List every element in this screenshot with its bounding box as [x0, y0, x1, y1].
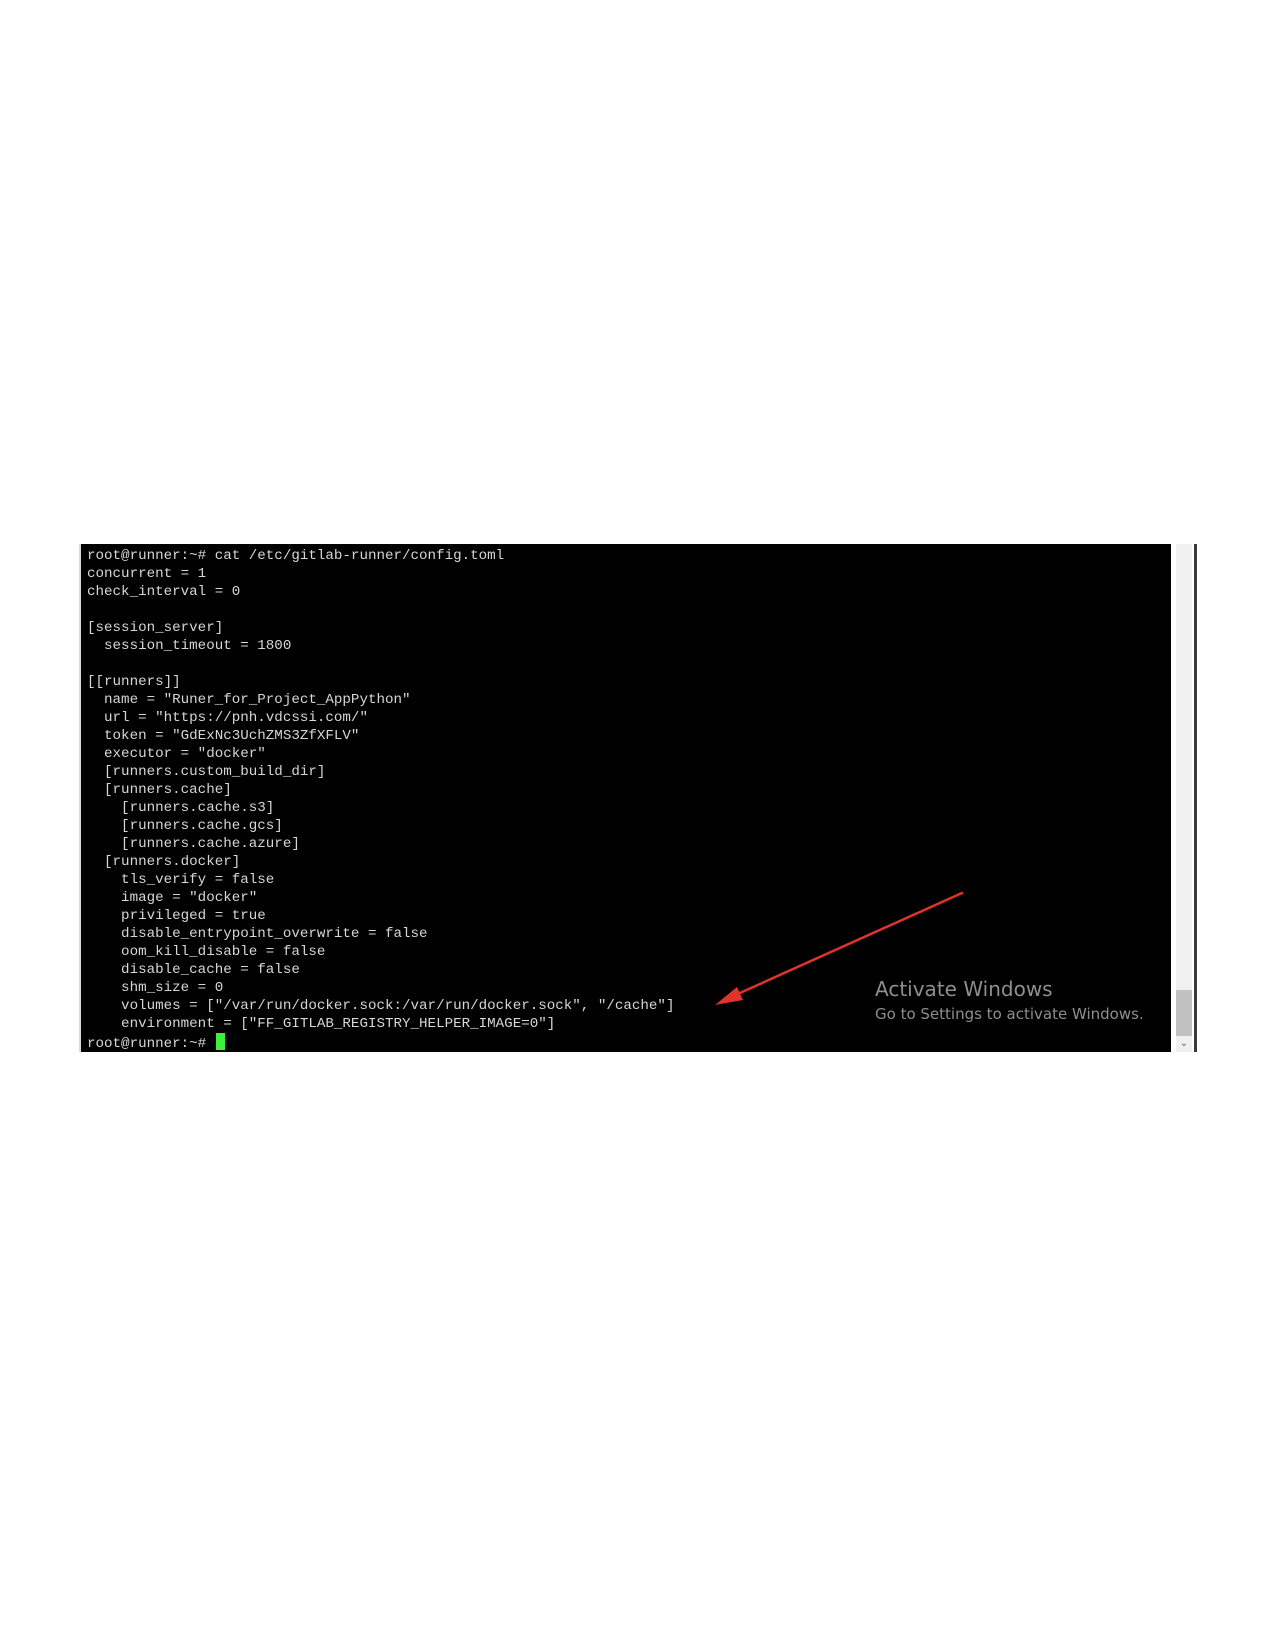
window-border: [1194, 544, 1197, 1052]
watermark-subtitle: Go to Settings to activate Windows.: [875, 1005, 1144, 1023]
watermark-title: Activate Windows: [875, 977, 1053, 1001]
scrollbar-thumb[interactable]: [1176, 990, 1192, 1036]
terminal-screenshot: root@runner:~# cat /etc/gitlab-runner/co…: [79, 544, 1197, 1052]
arrow-head: [715, 987, 743, 1005]
activate-windows-watermark: Activate Windows Go to Settings to activ…: [875, 976, 1144, 1025]
chevron-down-icon[interactable]: ⌄: [1176, 1036, 1192, 1052]
terminal-window[interactable]: root@runner:~# cat /etc/gitlab-runner/co…: [81, 544, 1171, 1052]
scrollbar-track[interactable]: [1176, 544, 1192, 1052]
